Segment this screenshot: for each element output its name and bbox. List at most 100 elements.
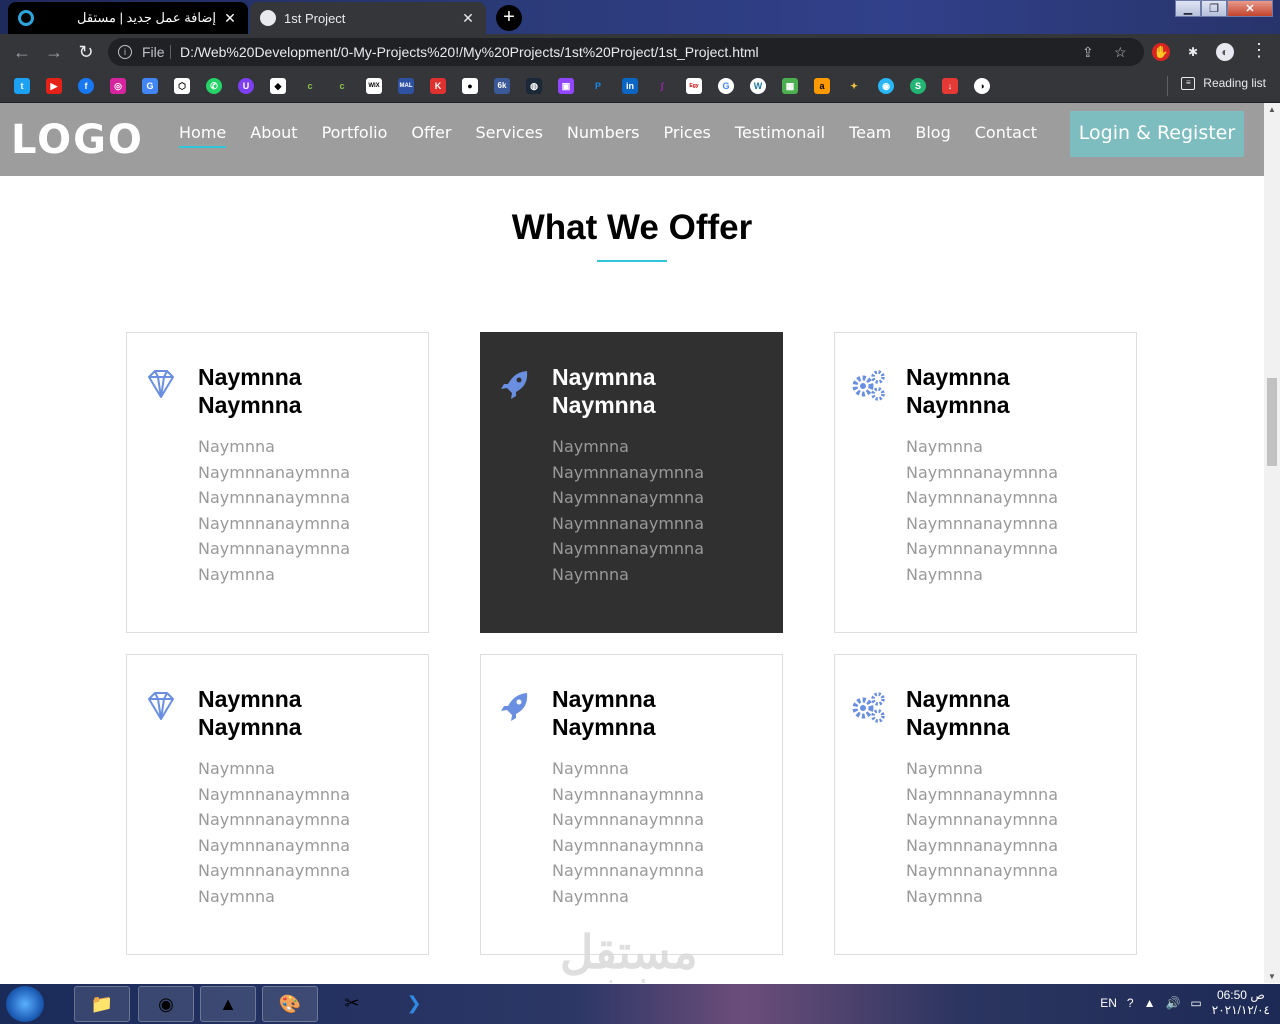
nav-link-prices[interactable]: Prices (664, 123, 711, 148)
github-icon[interactable]: ● (462, 78, 478, 94)
card-description: Naymnna Naymnnanaymnna Naymnnanaymnna Na… (198, 759, 350, 906)
start-button[interactable] (6, 986, 44, 1022)
snipping-tool-icon[interactable]: ✂ (324, 986, 380, 1022)
google-icon[interactable]: G (718, 78, 734, 94)
bookmark-icon[interactable]: ∫ (654, 78, 670, 94)
facebook-icon[interactable]: f (78, 78, 94, 94)
bookmark-icon[interactable]: S (910, 78, 926, 94)
mostaql-favicon-icon (18, 10, 34, 26)
browser-tab-strip: إضافة عمل جديد | مستقل ✕ 1st Project ✕ +… (0, 0, 1280, 34)
paint-icon[interactable]: 🎨 (262, 986, 318, 1022)
wix-icon[interactable]: WIX (366, 78, 382, 94)
bookmark-icon[interactable]: ✦ (846, 78, 862, 94)
nav-link-numbers[interactable]: Numbers (567, 123, 640, 148)
web-page: LOGO Home About Portfolio Offer Services… (0, 103, 1264, 983)
bookmark-icon[interactable]: c (302, 78, 318, 94)
forward-arrow-icon[interactable]: → (42, 40, 66, 64)
share-icon[interactable]: ⇪ (1082, 38, 1094, 66)
youtube-icon[interactable]: ▶ (46, 78, 62, 94)
url-scheme-label: File (142, 44, 165, 60)
site-logo[interactable]: LOGO (11, 117, 144, 163)
avatar[interactable]: ◐ (1216, 43, 1234, 61)
paypal-icon[interactable]: P (590, 78, 606, 94)
rocket-icon (501, 693, 528, 721)
scroll-up-icon[interactable]: ▲ (1268, 105, 1276, 114)
info-icon[interactable]: i (118, 45, 132, 59)
codepen-icon[interactable]: ⬡ (174, 78, 190, 94)
download-icon[interactable]: ↓ (942, 78, 958, 94)
help-icon[interactable]: ? (1127, 996, 1134, 1010)
scroll-down-icon[interactable]: ▼ (1268, 972, 1276, 981)
offer-card: Naymnna Naymnna Naymnna Naymnnanaymnna N… (126, 654, 429, 955)
watermark-text: مستقل (560, 926, 698, 978)
bookmark-icon[interactable]: ◆ (270, 78, 286, 94)
window-close-button[interactable]: ✕ (1227, 0, 1273, 17)
login-register-button[interactable]: Login & Register (1070, 111, 1244, 157)
bookmark-icon[interactable]: c (334, 78, 350, 94)
clock[interactable]: 06:50 ص ٢٠٢١/١٢/٠٤ (1212, 988, 1270, 1018)
bookmark-icon[interactable]: K (430, 78, 446, 94)
back-arrow-icon[interactable]: ← (10, 40, 34, 64)
bookmark-icon[interactable]: ◉ (878, 78, 894, 94)
tray-arrow-icon[interactable]: ▲ (1144, 996, 1156, 1010)
extension-icon[interactable]: ✋ (1152, 43, 1170, 61)
card-description: Naymnna Naymnnanaymnna Naymnnanaymnna Na… (552, 759, 704, 906)
tab-1st-project[interactable]: 1st Project ✕ (250, 2, 486, 34)
vlc-icon[interactable]: ▲ (200, 986, 256, 1022)
maximize-button[interactable]: ❐ (1201, 0, 1227, 17)
url-text[interactable]: D:/Web%20Development/0-My-Projects%20!/M… (180, 38, 759, 66)
wordpress-icon[interactable]: W (750, 78, 766, 94)
network-icon[interactable]: ▭ (1190, 996, 1201, 1010)
globe-icon[interactable]: ◑ (974, 78, 990, 94)
card-description: Naymnna Naymnnanaymnna Naymnnanaymnna Na… (198, 437, 350, 584)
card-title: Naymnna Naymnna (198, 364, 302, 418)
explorer-icon[interactable]: 📁 (74, 986, 130, 1022)
system-tray: EN ? ▲ 🔊 ▭ 06:50 ص ٢٠٢١/١٢/٠٤ (1100, 988, 1270, 1018)
menu-icon[interactable]: ⋮ (1250, 40, 1268, 61)
gears-icon (852, 692, 885, 723)
offer-card: Naymnna Naymnna Naymnna Naymnnanaymnna N… (834, 332, 1137, 633)
bookmark-icon[interactable]: ▦ (782, 78, 798, 94)
instagram-icon[interactable]: ◎ (110, 78, 126, 94)
nav-link-portfolio[interactable]: Portfolio (322, 123, 388, 148)
close-icon[interactable]: ✕ (222, 10, 238, 27)
nav-link-blog[interactable]: Blog (915, 123, 950, 148)
new-tab-button[interactable]: + (496, 5, 522, 31)
watermark-subtext: mostaql.com (562, 975, 698, 983)
nav-link-offer[interactable]: Offer (411, 123, 451, 148)
reading-list-button[interactable]: ≡ Reading list (1167, 76, 1266, 96)
bookmark-icon[interactable]: Egy (686, 78, 702, 94)
address-bar[interactable]: i File D:/Web%20Development/0-My-Project… (108, 38, 1144, 66)
close-icon[interactable]: ✕ (460, 10, 476, 27)
amazon-icon[interactable]: a (814, 78, 830, 94)
os-taskbar: 📁 ◉ ▲ 🎨 ✂ ❯ EN ? ▲ 🔊 ▭ 06:50 ص ٢٠٢١/١٢/٠… (0, 984, 1280, 1024)
scrollbar-thumb[interactable] (1267, 378, 1277, 466)
reading-list-label: Reading list (1203, 76, 1266, 90)
whatsapp-icon[interactable]: ✆ (206, 78, 222, 94)
nav-link-team[interactable]: Team (849, 123, 891, 148)
tab-mostaql[interactable]: إضافة عمل جديد | مستقل ✕ (8, 2, 248, 34)
divider (1167, 76, 1169, 96)
mal-icon[interactable]: MAL (398, 78, 414, 94)
udemy-icon[interactable]: U (238, 78, 254, 94)
reload-icon[interactable]: ↻ (74, 40, 98, 64)
chrome-icon[interactable]: ◉ (138, 986, 194, 1022)
puzzle-icon[interactable]: ✱ (1184, 43, 1202, 61)
vscode-icon[interactable]: ❯ (386, 986, 442, 1022)
nav-link-about[interactable]: About (250, 123, 297, 148)
nav-link-testimonail[interactable]: Testimonail (735, 123, 825, 148)
minimize-button[interactable]: ▁ (1175, 0, 1201, 17)
twitch-icon[interactable]: ▣ (558, 78, 574, 94)
translate-icon[interactable]: G (142, 78, 158, 94)
twitter-icon[interactable]: t (14, 78, 30, 94)
nav-link-home[interactable]: Home (179, 123, 227, 148)
steam-icon[interactable]: ◍ (526, 78, 542, 94)
star-icon[interactable]: ☆ (1114, 38, 1127, 66)
nav-link-contact[interactable]: Contact (975, 123, 1037, 148)
linkedin-icon[interactable]: in (622, 78, 638, 94)
nav-link-services[interactable]: Services (475, 123, 542, 148)
bookmark-icon[interactable]: 6k (494, 78, 510, 94)
page-scrollbar[interactable]: ▲ ▼ (1264, 103, 1280, 983)
language-indicator[interactable]: EN (1100, 996, 1117, 1010)
volume-icon[interactable]: 🔊 (1165, 996, 1180, 1010)
